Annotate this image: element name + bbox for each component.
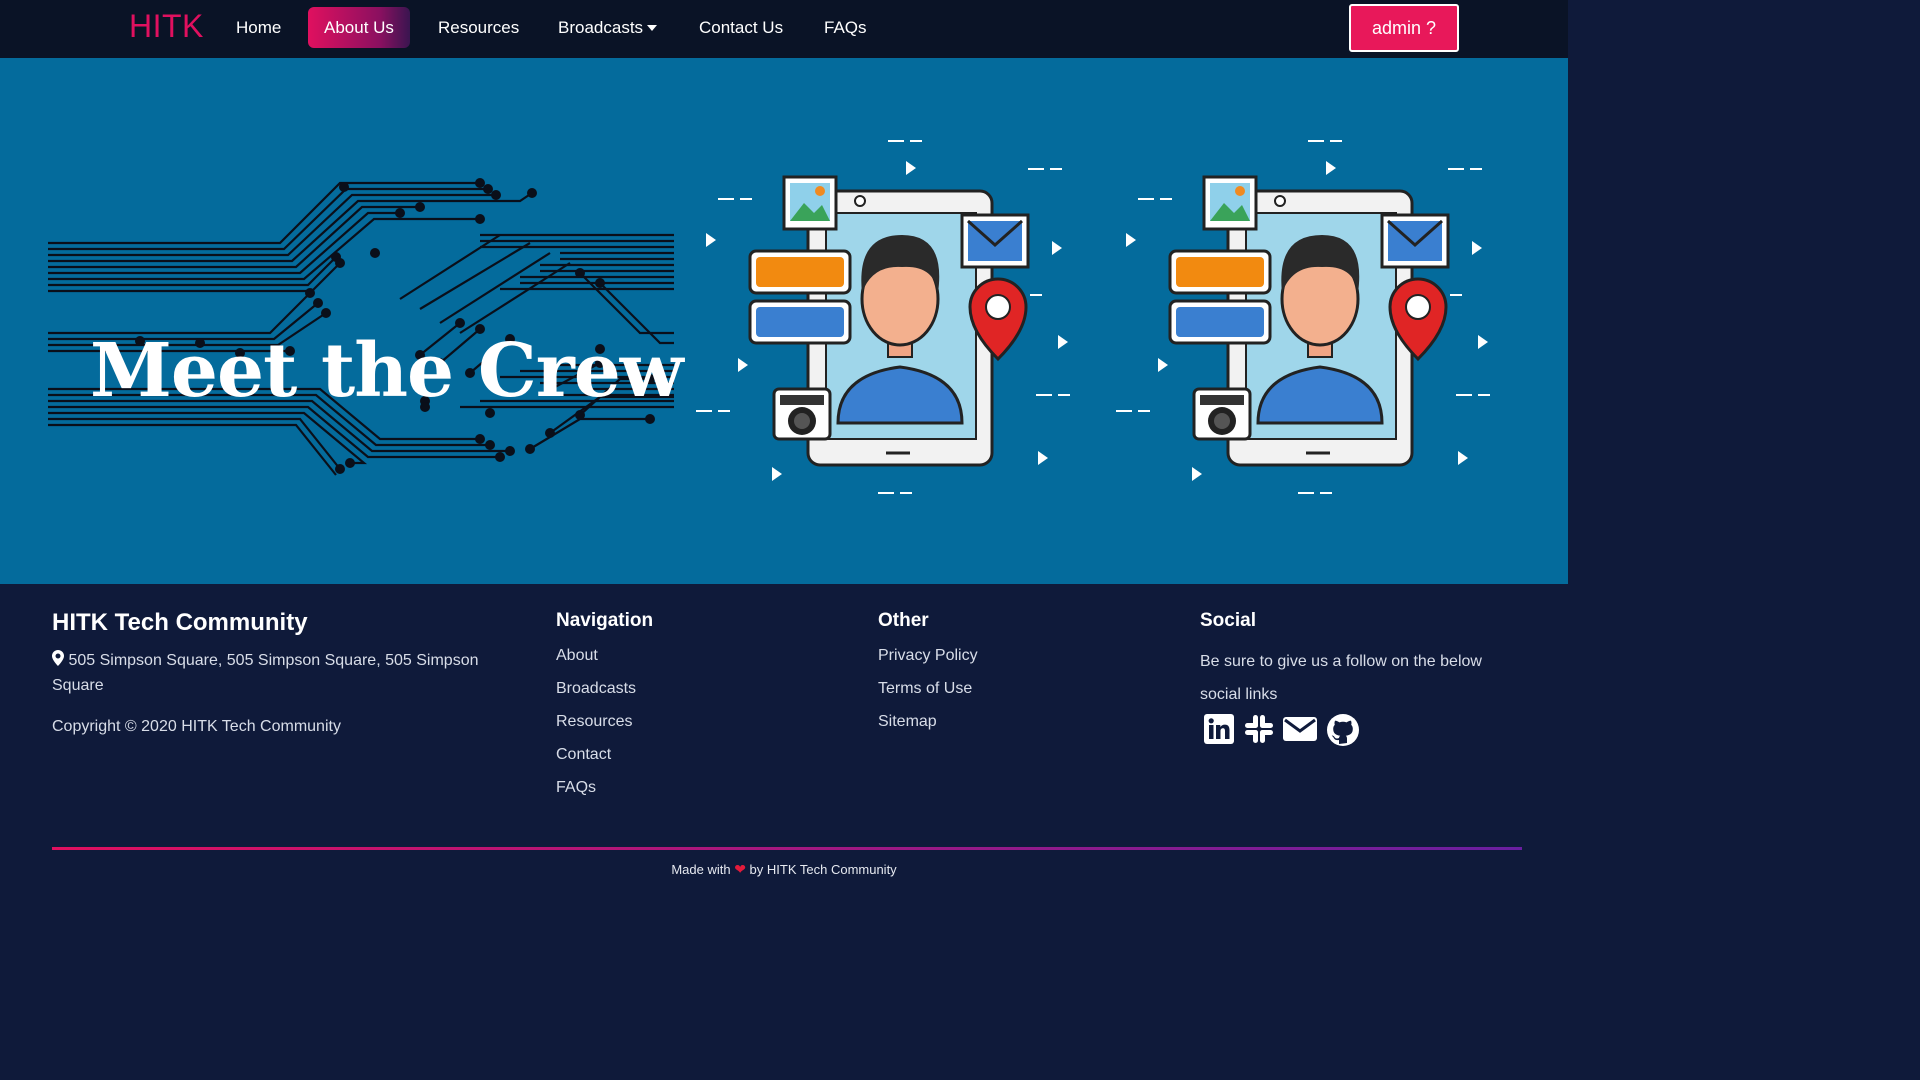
hero-title: Meet the Crew [90, 328, 684, 414]
nav-about-us[interactable]: About Us [308, 7, 410, 48]
footer-link-contact[interactable]: Contact [556, 746, 611, 764]
profile-illustration [1116, 140, 1490, 494]
nav-faqs[interactable]: FAQs [808, 7, 883, 48]
nav-contact-us[interactable]: Contact Us [683, 7, 799, 48]
nav-home[interactable]: Home [220, 7, 297, 48]
navbar: HITK Home About Us Resources Broadcasts … [0, 0, 1568, 58]
footer-social-heading: Social [1200, 610, 1256, 631]
heart-icon: ❤ [734, 861, 746, 877]
footer-link-faqs[interactable]: FAQs [556, 779, 596, 797]
footer-link-about[interactable]: About [556, 647, 598, 665]
footer-divider [52, 847, 1522, 850]
footer-link-resources[interactable]: Resources [556, 713, 632, 731]
slack-icon[interactable] [1243, 713, 1275, 745]
footer-link-broadcasts[interactable]: Broadcasts [556, 680, 636, 698]
mail-icon[interactable] [1282, 713, 1318, 745]
footer-link-privacy-policy[interactable]: Privacy Policy [878, 647, 978, 665]
footer-brand: HITK Tech Community [52, 609, 308, 636]
made-with-text: Made with ❤ by HITK Tech Community [0, 861, 1568, 878]
nav-broadcasts[interactable]: Broadcasts [542, 7, 673, 48]
footer-address: 505 Simpson Square, 505 Simpson Square, … [52, 648, 522, 698]
address-text: 505 Simpson Square, 505 Simpson Square, … [52, 652, 479, 694]
brand-logo[interactable]: HITK [129, 8, 204, 45]
hero-banner: Meet the Crew [0, 58, 1568, 584]
footer-link-terms-of-use[interactable]: Terms of Use [878, 680, 972, 698]
linkedin-icon[interactable] [1203, 713, 1235, 745]
footer-navigation-heading: Navigation [556, 610, 654, 631]
made-suffix: by HITK Tech Community [749, 862, 897, 877]
caret-down-icon [647, 24, 658, 31]
footer-copyright: Copyright © 2020 HITK Tech Community [52, 718, 341, 735]
github-icon[interactable] [1326, 713, 1360, 747]
profile-illustration [696, 140, 1070, 494]
footer-social-text: Be sure to give us a follow on the below… [1200, 653, 1482, 703]
nav-broadcasts-label: Broadcasts [558, 18, 644, 37]
footer-other-heading: Other [878, 610, 929, 631]
admin-button[interactable]: admin ? [1349, 4, 1459, 52]
nav-resources[interactable]: Resources [422, 7, 535, 48]
map-marker-icon [52, 650, 64, 666]
made-prefix: Made with [671, 862, 731, 877]
footer-link-sitemap[interactable]: Sitemap [878, 713, 937, 731]
